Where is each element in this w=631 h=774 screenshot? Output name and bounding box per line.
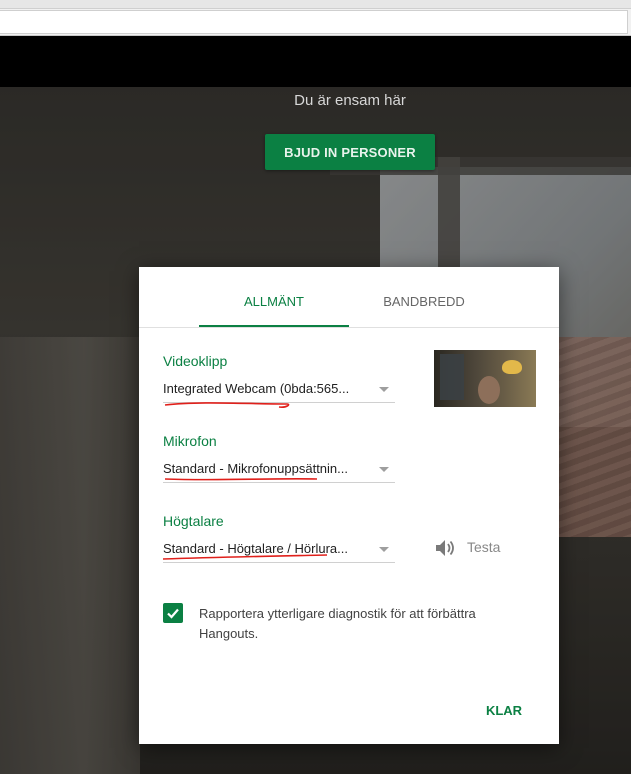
speaker-icon (436, 540, 454, 556)
tab-general[interactable]: ALLMÄNT (199, 267, 349, 327)
browser-toolbar (0, 0, 631, 36)
browser-tab-strip (0, 0, 631, 9)
address-bar[interactable] (0, 10, 628, 34)
speaker-select[interactable]: Standard - Högtalare / Hörlura... (163, 535, 395, 563)
done-button[interactable]: KLAR (469, 695, 539, 725)
red-underline-annotation (162, 402, 328, 560)
checkmark-icon (167, 608, 179, 619)
chevron-down-icon (379, 387, 389, 392)
video-select[interactable]: Integrated Webcam (0bda:565... (163, 375, 395, 403)
top-black-band (0, 36, 631, 87)
speaker-label: Högtalare (163, 513, 224, 529)
tab-bandwidth[interactable]: BANDBREDD (349, 267, 499, 327)
alone-message: Du är ensam här (294, 92, 406, 109)
speaker-select-value: Standard - Högtalare / Hörlura... (163, 541, 348, 556)
video-label: Videoklipp (163, 353, 228, 369)
diagnostics-label: Rapportera ytterligare diagnostik för at… (199, 606, 476, 641)
microphone-label: Mikrofon (163, 433, 217, 449)
active-tab-indicator (199, 325, 349, 327)
settings-tabs: ALLMÄNT BANDBREDD (139, 267, 559, 328)
invite-people-button[interactable]: BJUD IN PERSONER (265, 134, 435, 170)
diagnostics-checkbox[interactable] (163, 603, 183, 623)
camera-preview (434, 350, 536, 407)
chevron-down-icon (379, 467, 389, 472)
speaker-test-label: Testa (467, 539, 501, 555)
microphone-select[interactable]: Standard - Mikrofonuppsättnin... (163, 455, 395, 483)
video-select-value: Integrated Webcam (0bda:565... (163, 381, 350, 396)
microphone-select-value: Standard - Mikrofonuppsättnin... (163, 461, 348, 476)
settings-dialog: ALLMÄNT BANDBREDD Videoklipp Integrated … (139, 267, 559, 744)
chevron-down-icon (379, 547, 389, 552)
